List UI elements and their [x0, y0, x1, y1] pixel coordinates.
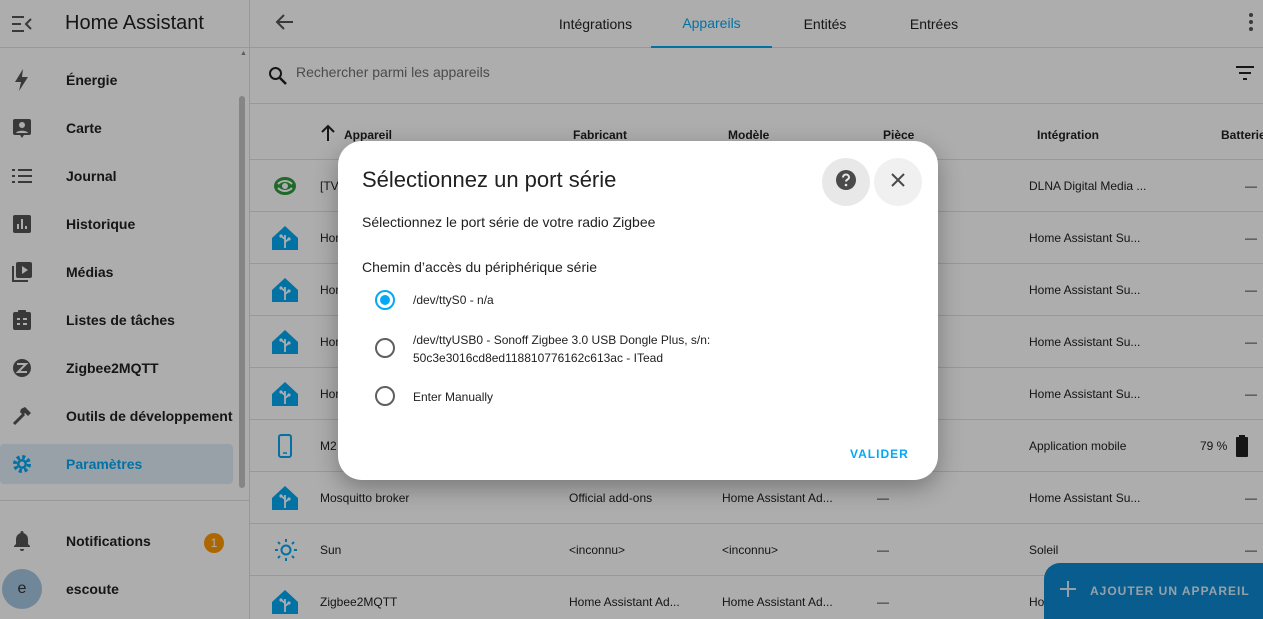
dialog-title: Sélectionnez un port série — [362, 167, 617, 192]
close-icon — [891, 172, 905, 192]
option-line: /dev/ttyUSB0 - Sonoff Zigbee 3.0 USB Don… — [413, 333, 711, 347]
radio-enter-manually[interactable] — [375, 386, 395, 406]
submit-button[interactable]: VALIDER — [850, 447, 909, 461]
option-line: 50c3e3016cd8ed118810776162c613ac - ITead — [413, 351, 663, 365]
help-icon — [836, 169, 856, 195]
option-enter-manually-label[interactable]: Enter Manually — [413, 388, 493, 406]
help-button[interactable] — [822, 158, 870, 206]
serial-port-dialog: Sélectionnez un port série Sélectionnez … — [338, 141, 938, 480]
option-ttys0-label[interactable]: /dev/ttyS0 - n/a — [413, 291, 494, 309]
radio-ttys0[interactable] — [375, 290, 395, 310]
radio-ttyusb0[interactable] — [375, 338, 395, 358]
close-button[interactable] — [874, 158, 922, 206]
serial-path-label: Chemin d’accès du périphérique série — [362, 259, 598, 275]
dialog-description: Sélectionnez le port série de votre radi… — [362, 214, 656, 230]
option-ttyusb0-label[interactable]: /dev/ttyUSB0 - Sonoff Zigbee 3.0 USB Don… — [413, 331, 710, 367]
